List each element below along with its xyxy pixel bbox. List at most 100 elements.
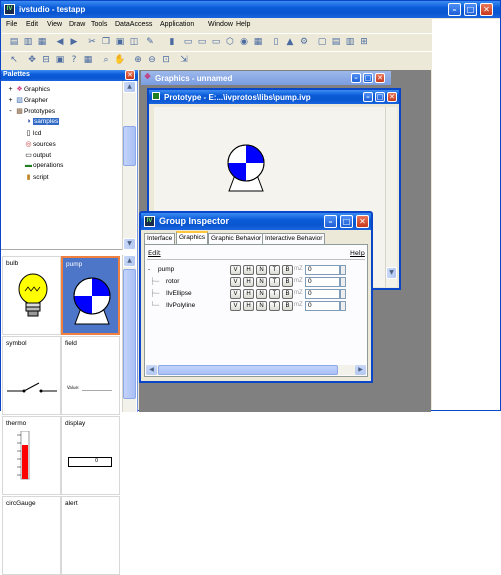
- hand-icon[interactable]: ✋: [114, 55, 126, 66]
- v-button[interactable]: V: [230, 301, 241, 311]
- copy-icon[interactable]: ❐: [100, 37, 112, 48]
- close-icon[interactable]: ✕: [480, 3, 493, 16]
- palette-cell-thermo[interactable]: thermo: [2, 416, 61, 495]
- expand-icon[interactable]: +: [6, 86, 15, 93]
- redo-icon[interactable]: ▶: [68, 37, 80, 48]
- inspector-icon[interactable]: ▦: [82, 55, 94, 66]
- h-button[interactable]: H: [243, 301, 254, 311]
- document-icon[interactable]: ▯: [270, 37, 282, 48]
- graphics-minimize-icon[interactable]: –: [351, 73, 361, 83]
- scroll-up-icon[interactable]: ▲: [123, 255, 136, 267]
- group-minimize-icon[interactable]: –: [324, 215, 337, 228]
- prototype-minimize-icon[interactable]: –: [363, 92, 373, 102]
- palette-cell-field[interactable]: field Value:: [61, 336, 120, 415]
- t-button[interactable]: T: [269, 265, 280, 275]
- minimize-icon[interactable]: –: [448, 3, 461, 16]
- scroll-down-icon[interactable]: ▼: [386, 267, 397, 279]
- palette-cell-display[interactable]: display 0: [61, 416, 120, 495]
- menu-application[interactable]: Application: [160, 21, 194, 28]
- expand-icon[interactable]: +: [6, 97, 15, 104]
- v-button[interactable]: V: [230, 265, 241, 275]
- menu-help[interactable]: Help: [236, 21, 250, 28]
- group-inspector-title-bar[interactable]: IV Group Inspector – □ ✕: [141, 213, 371, 230]
- prototype-close-icon[interactable]: ✕: [387, 92, 397, 102]
- menu-tools[interactable]: Tools: [91, 21, 107, 28]
- query-icon[interactable]: ◉: [238, 37, 250, 48]
- h-button[interactable]: H: [243, 265, 254, 275]
- cells-scrollbar[interactable]: ▲: [122, 255, 136, 412]
- menu-draw[interactable]: Draw: [69, 21, 85, 28]
- scroll-down-icon[interactable]: ▼: [123, 238, 136, 250]
- grab-icon[interactable]: ⇲: [178, 55, 190, 66]
- tree-scroll-thumb[interactable]: [123, 126, 136, 166]
- align-icon[interactable]: ⊟: [40, 55, 52, 66]
- v-button[interactable]: V: [230, 289, 241, 299]
- palette-cell-circgauge[interactable]: circGauge: [2, 496, 61, 575]
- graphics-maximize-icon[interactable]: □: [363, 73, 373, 83]
- palette-cell-symbol[interactable]: symbol: [2, 336, 61, 415]
- grid-icon[interactable]: ▤: [330, 37, 342, 48]
- palette-cell-bulb[interactable]: bulb: [2, 256, 61, 335]
- frame-icon[interactable]: ▢: [316, 37, 328, 48]
- paste-icon[interactable]: ▣: [114, 37, 126, 48]
- palette-cell-pump[interactable]: pump: [61, 256, 120, 335]
- n-button[interactable]: N: [256, 301, 267, 311]
- palettes-title-bar[interactable]: Palettes ✕: [1, 70, 138, 81]
- graphics-window-title-bar[interactable]: ❖ Graphics - unnamed – □ ✕: [141, 71, 391, 85]
- menu-dataaccess[interactable]: DataAccess: [115, 21, 152, 28]
- z-value-input[interactable]: 0: [305, 265, 340, 275]
- save-icon[interactable]: ▦: [36, 37, 48, 48]
- tree-row-ilvpolyline[interactable]: └─ IlvPolyline V H N T B mZ 0: [148, 301, 366, 312]
- tree-icon[interactable]: ⊞: [358, 37, 370, 48]
- t-button[interactable]: T: [269, 277, 280, 287]
- menu-file[interactable]: File: [6, 21, 17, 28]
- tree-row-ilvellipse[interactable]: ├─ IlvEllipse V H N T B mZ 0: [148, 289, 366, 300]
- select-arrow-icon[interactable]: ↖: [8, 55, 20, 66]
- fit-icon[interactable]: ⊡: [160, 55, 172, 66]
- z-value-input[interactable]: 0: [305, 277, 340, 287]
- zoom-in-icon[interactable]: ⊕: [132, 55, 144, 66]
- menu-window[interactable]: Window: [208, 21, 233, 28]
- prototype-maximize-icon[interactable]: □: [375, 92, 385, 102]
- group-hscroll-thumb[interactable]: [158, 365, 338, 375]
- prototype-scrollbar[interactable]: ▼: [385, 107, 397, 287]
- tree-item-graphics[interactable]: + ❖Graphics: [6, 85, 50, 93]
- b-button[interactable]: B: [282, 301, 293, 311]
- cells-scroll-thumb[interactable]: [123, 269, 136, 399]
- v-button[interactable]: V: [230, 277, 241, 287]
- z-value-input[interactable]: 0: [305, 289, 340, 299]
- tab-graphics[interactable]: Graphics: [176, 231, 209, 244]
- tree-row-pump[interactable]: - pump V H N T B mZ 0: [148, 265, 366, 276]
- duplicate-icon[interactable]: ◫: [128, 37, 140, 48]
- edit-menu[interactable]: Edit: [148, 249, 161, 257]
- palette-cell-alert[interactable]: alert: [61, 496, 120, 575]
- tree-item-output[interactable]: ▭output: [24, 151, 51, 159]
- tree-item-operations[interactable]: ▬operations: [24, 162, 63, 169]
- pencil-icon[interactable]: ✎: [144, 37, 156, 48]
- tree-item-samples[interactable]: ◑ samples: [24, 118, 60, 125]
- group-maximize-icon[interactable]: □: [340, 215, 353, 228]
- spin-icon[interactable]: [340, 265, 346, 275]
- panel-icon[interactable]: ▣: [54, 55, 66, 66]
- bar-icon[interactable]: ▮: [166, 37, 178, 48]
- tab-interactive-behavior[interactable]: Interactive Behavior: [262, 233, 326, 244]
- b-button[interactable]: B: [282, 289, 293, 299]
- maximize-icon[interactable]: □: [464, 3, 477, 16]
- tree-item-prototypes[interactable]: - ▩Prototypes: [6, 107, 55, 115]
- scroll-left-icon[interactable]: ◀: [146, 365, 157, 375]
- help-icon[interactable]: ?: [68, 55, 80, 66]
- t-button[interactable]: T: [269, 301, 280, 311]
- scroll-up-icon[interactable]: ▲: [123, 81, 136, 93]
- b-button[interactable]: B: [282, 277, 293, 287]
- spin-icon[interactable]: [340, 277, 346, 287]
- z-value-input[interactable]: 0: [305, 301, 340, 311]
- n-button[interactable]: N: [256, 265, 267, 275]
- tree-item-lcd[interactable]: ▯ lcd: [24, 129, 42, 137]
- gear-icon[interactable]: ⚙: [298, 37, 310, 48]
- new-icon[interactable]: ▤: [8, 37, 20, 48]
- cut-icon[interactable]: ✂: [86, 37, 98, 48]
- shape-a-icon[interactable]: ⬡: [224, 37, 236, 48]
- menu-edit[interactable]: Edit: [26, 21, 38, 28]
- chart-icon[interactable]: ▲: [284, 37, 296, 48]
- collapse-icon[interactable]: -: [6, 108, 15, 115]
